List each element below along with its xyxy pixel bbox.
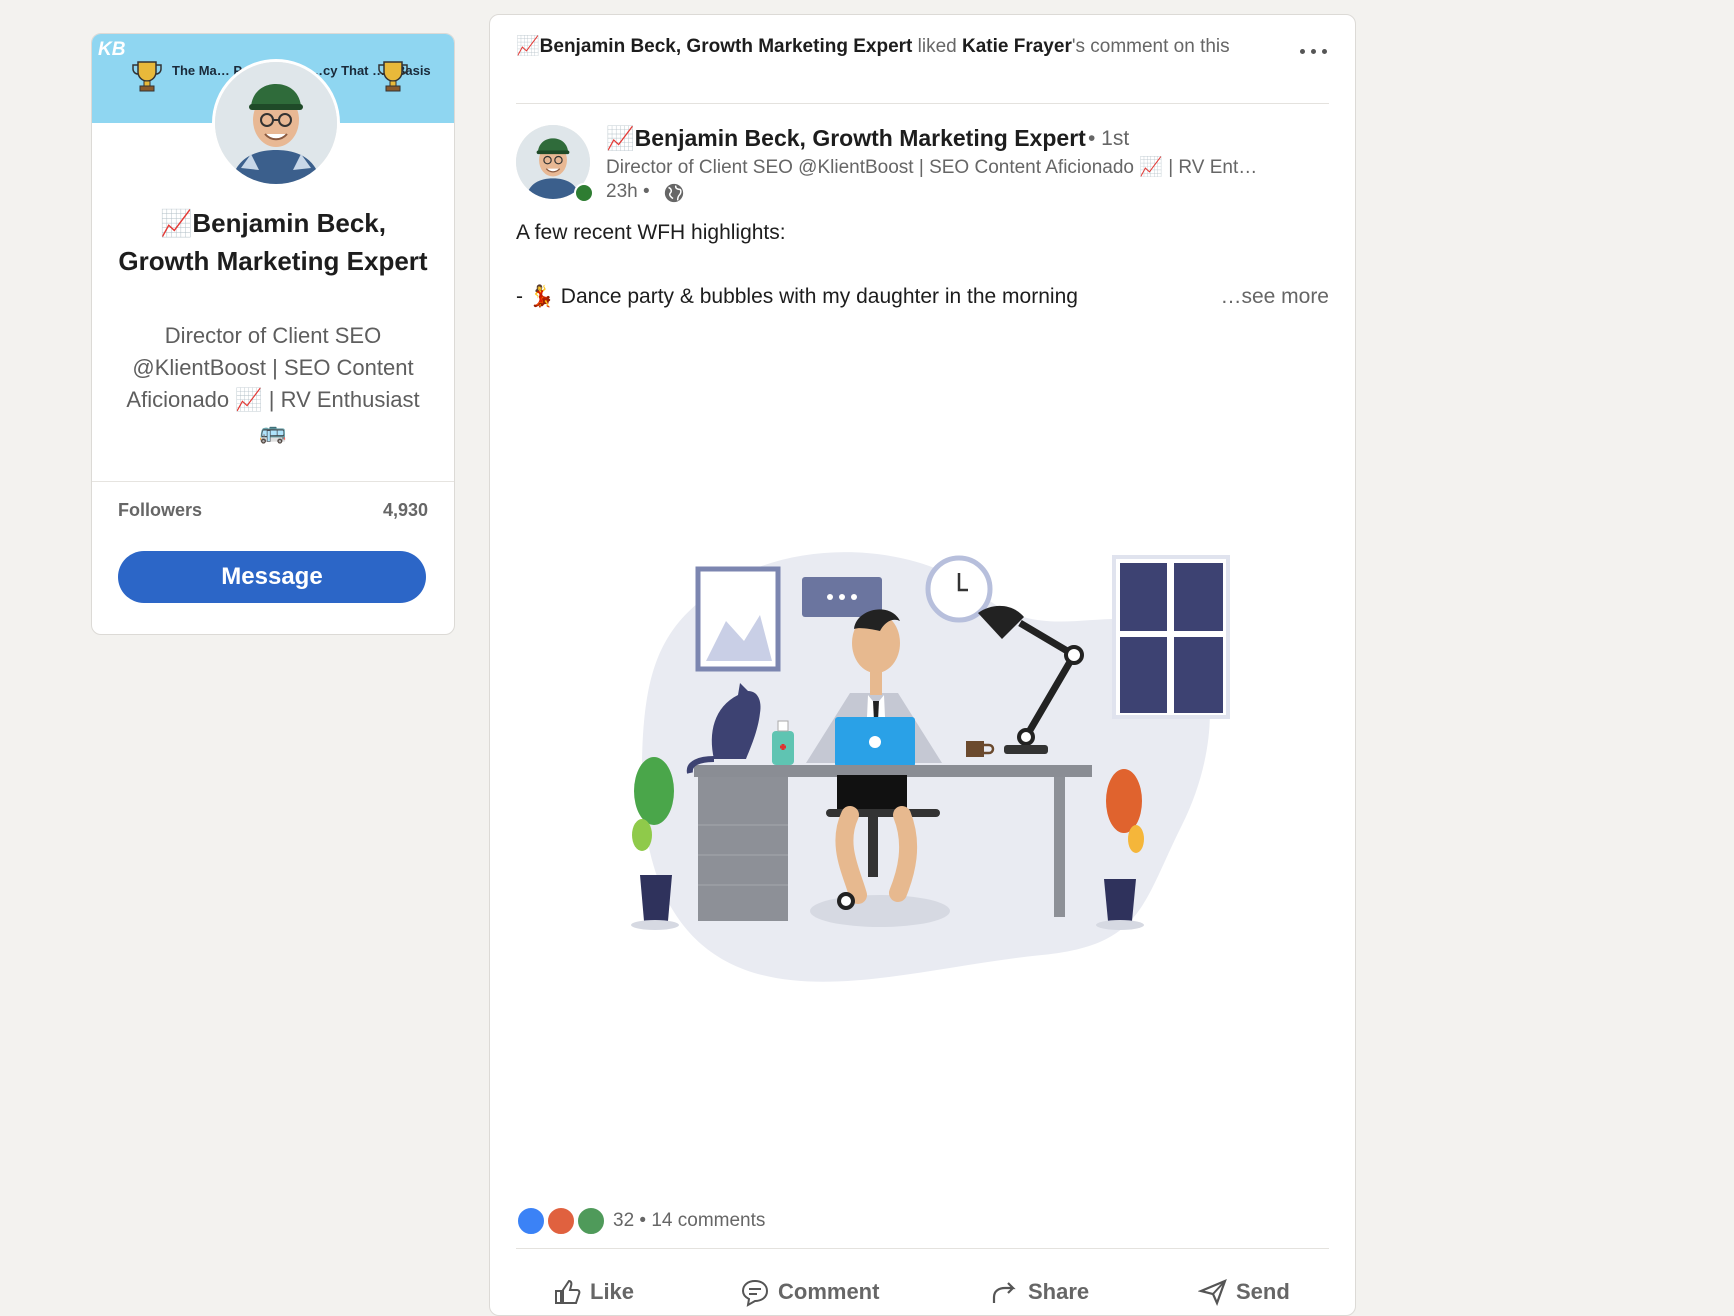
activity-suffix: 's comment on this [1071, 36, 1230, 57]
see-more-link[interactable]: …see more [1220, 285, 1329, 309]
post-image[interactable] [602, 525, 1242, 1005]
followers-count: 4,930 [382, 500, 428, 520]
profile-headline: Director of Client SEO @KlientBoost | SE… [126, 323, 420, 444]
send-button[interactable]: Send [1198, 1277, 1290, 1307]
comment-count[interactable]: • 14 comments [639, 1210, 765, 1231]
activity-actor[interactable]: 📈Benjamin Beck, Growth Marketing Expert [516, 36, 912, 57]
more-options-icon[interactable] [1297, 41, 1333, 57]
online-status-indicator [574, 183, 594, 203]
reaction-count[interactable]: 32 • 14 comments [613, 1210, 765, 1232]
trophy-icon [132, 61, 162, 92]
thumbs-up-icon [555, 1279, 581, 1304]
celebrate-icon [576, 1206, 606, 1236]
activity-header: 📈Benjamin Beck, Growth Marketing Expert … [516, 35, 1246, 59]
feed-post: 📈Benjamin Beck, Growth Marketing Expert … [489, 14, 1356, 1316]
divider [516, 103, 1329, 104]
post-text-line: - 💃 Dance party & bubbles with my daught… [516, 285, 1078, 308]
profile-card: KB The Ma… Produc… …cy That …y Basis 📈Be… [91, 33, 455, 635]
comment-icon [741, 1279, 769, 1307]
share-button[interactable]: Share [990, 1277, 1089, 1307]
followers-label: Followers [118, 500, 203, 520]
trophy-icon [378, 61, 408, 92]
send-icon [1198, 1279, 1227, 1306]
banner-logo: KB [98, 39, 126, 60]
like-icon [516, 1206, 546, 1236]
divider [516, 1248, 1329, 1249]
activity-target[interactable]: Katie Frayer [962, 36, 1072, 57]
author-headline: Director of Client SEO @KlientBoost | SE… [606, 157, 1258, 178]
post-timestamp: 23h • [606, 181, 650, 202]
banner-text-right: …cy That …y Basis [310, 63, 431, 78]
profile-avatar[interactable] [212, 59, 340, 187]
divider [92, 481, 454, 482]
connection-degree: • 1st [1088, 127, 1130, 150]
share-icon [992, 1282, 1016, 1303]
author-name[interactable]: 📈Benjamin Beck, Growth Marketing Expert [606, 125, 1086, 152]
love-icon [546, 1206, 576, 1236]
activity-verb: liked [912, 36, 962, 57]
globe-icon [664, 183, 684, 203]
person-photo-icon [215, 62, 337, 184]
message-button[interactable]: Message [118, 551, 426, 603]
comment-button[interactable]: Comment [740, 1277, 879, 1307]
post-text-line: A few recent WFH highlights: [516, 221, 786, 244]
like-button[interactable]: Like [552, 1277, 634, 1307]
profile-name[interactable]: 📈Benjamin Beck, Growth Marketing Expert [112, 204, 434, 280]
